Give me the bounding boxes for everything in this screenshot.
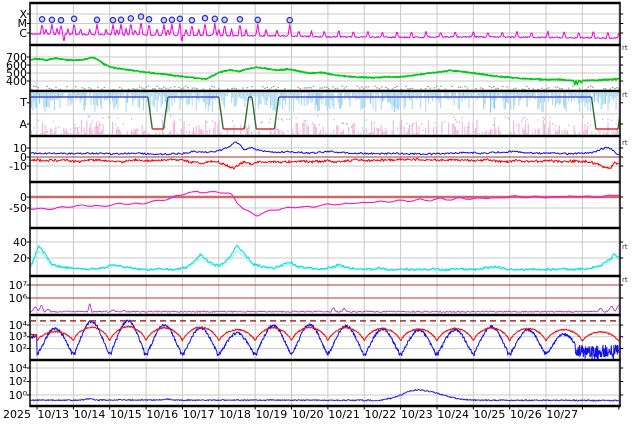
- realtime-indicator-label: rt: [622, 277, 628, 284]
- ytick-label-bz: -10: [0, 161, 27, 172]
- ytick-label-electron: 10³: [0, 331, 27, 342]
- ytick-label-imf: T: [0, 97, 27, 108]
- ytick-label-imf: A: [0, 119, 27, 130]
- solar-activity-chart: XMC700600500400TA100-100-50402010⁷10⁶10⁴…: [0, 0, 634, 424]
- realtime-indicator-label: rt: [622, 92, 628, 99]
- ytick-label-electron: 10⁴: [0, 320, 27, 331]
- ytick-label-lowenergy: 10²: [0, 376, 27, 387]
- x-axis-date-label: 10/27: [540, 409, 584, 421]
- ytick-label-lowenergy: 10⁰: [0, 390, 27, 401]
- plot-area: [0, 0, 634, 424]
- ytick-label-dst: -50: [0, 203, 27, 214]
- x-axis-year-label: 2025: [0, 409, 39, 421]
- ytick-label-lowenergy: 10⁴: [0, 363, 27, 374]
- ytick-label-dst: 0: [0, 192, 27, 203]
- ytick-label-density: 40: [0, 237, 27, 248]
- ytick-label-density: 20: [0, 253, 27, 264]
- realtime-indicator-label: rt: [622, 45, 628, 52]
- ytick-label-proton: 10⁷: [0, 280, 27, 291]
- ytick-label-flux: 400: [0, 76, 27, 87]
- realtime-indicator-label: rt: [622, 140, 628, 147]
- ytick-label-proton: 10⁶: [0, 293, 27, 304]
- realtime-indicator-label: rt: [622, 244, 628, 251]
- ytick-label-electron: 10²: [0, 343, 27, 354]
- ytick-label-xray: C: [0, 28, 27, 39]
